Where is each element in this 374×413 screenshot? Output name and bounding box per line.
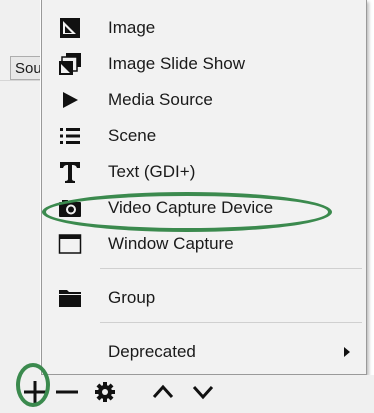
sources-dock-tab[interactable]: Sou (10, 56, 40, 80)
menu-separator (100, 322, 362, 323)
remove-source-button[interactable] (52, 379, 82, 409)
image-slideshow-icon (58, 52, 82, 76)
menu-item-label: Video Capture Device (108, 198, 274, 217)
menu-item-label: Image (108, 18, 156, 37)
add-source-button[interactable] (20, 379, 50, 409)
menu-item-video-capture-device[interactable]: Video Capture Device (42, 190, 366, 226)
move-source-up-button[interactable] (148, 379, 178, 409)
move-source-down-button[interactable] (188, 379, 218, 409)
chevron-down-icon (191, 382, 215, 407)
menu-item-media-source[interactable]: Media Source (42, 82, 366, 118)
window-icon (58, 232, 82, 256)
source-properties-button[interactable] (90, 379, 120, 409)
camera-icon (58, 196, 82, 220)
image-icon (58, 16, 82, 40)
menu-item-scene[interactable]: Scene (42, 118, 366, 154)
remove-icon (55, 380, 79, 409)
menu-separator (100, 268, 362, 269)
panel-divider (0, 80, 40, 81)
chevron-up-icon (151, 382, 175, 407)
text-icon (58, 160, 82, 184)
menu-item-text-gdi[interactable]: Text (GDI+) (42, 154, 366, 190)
menu-item-label: Text (GDI+) (108, 162, 196, 181)
list-icon (58, 124, 82, 148)
menu-item-window-capture[interactable]: Window Capture (42, 226, 366, 262)
sources-toolbar (0, 375, 374, 413)
menu-item-label: Window Capture (108, 234, 234, 253)
menu-item-deprecated[interactable]: Deprecated (42, 334, 366, 370)
menu-item-label: Media Source (108, 90, 213, 109)
menu-item-label: Image Slide Show (108, 54, 246, 73)
folder-icon (58, 286, 82, 310)
menu-item-label: Deprecated (108, 342, 196, 361)
menu-item-label: Group (108, 288, 156, 307)
add-source-menu: Image Image Slide Show Media Source Scen… (41, 0, 367, 375)
menu-item-label: Scene (108, 126, 157, 145)
submenu-arrow-icon (344, 347, 350, 357)
gear-icon (94, 381, 116, 408)
menu-item-image[interactable]: Image (42, 10, 366, 46)
play-icon (58, 88, 82, 112)
menu-item-group[interactable]: Group (42, 280, 366, 316)
menu-item-image-slide-show[interactable]: Image Slide Show (42, 46, 366, 82)
sources-dock-tab-label: Sou (15, 60, 40, 77)
add-icon (23, 380, 47, 409)
